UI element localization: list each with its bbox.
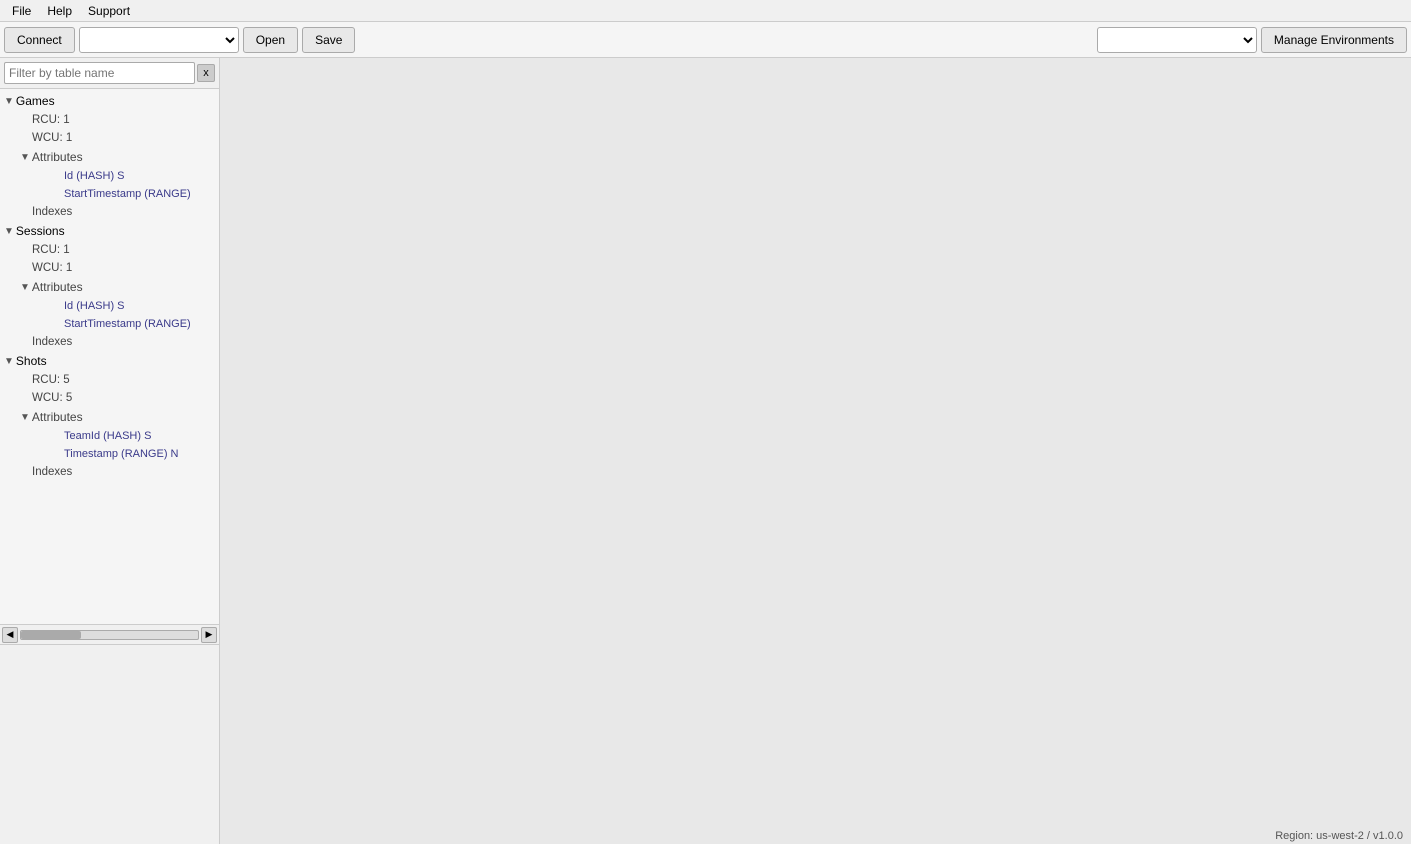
sidebar: x ▼ Games RCU: 1 WCU: 1 ▼ Attributes Id … xyxy=(0,58,220,844)
menu-file[interactable]: File xyxy=(4,2,39,20)
sessions-rcu: RCU: 1 xyxy=(0,241,219,259)
games-attr-1: StartTimestamp (RANGE) xyxy=(16,185,219,203)
tree-shots: ▼ Shots RCU: 5 WCU: 5 ▼ Attributes TeamI… xyxy=(0,351,219,481)
sidebar-filter: x xyxy=(0,58,219,89)
menubar: File Help Support xyxy=(0,0,1411,22)
hscroll-left-button[interactable]: ◀ xyxy=(2,627,18,643)
toolbar-right: Manage Environments xyxy=(1097,27,1407,53)
sessions-attr-1: StartTimestamp (RANGE) xyxy=(16,315,219,333)
main-content: Region: us-west-2 / v1.0.0 xyxy=(220,58,1411,844)
tree-shots-row[interactable]: ▼ Shots xyxy=(0,351,219,371)
sidebar-lower-panel xyxy=(0,644,219,844)
filter-clear-button[interactable]: x xyxy=(197,64,215,82)
sessions-attr-arrow-icon: ▼ xyxy=(20,282,30,293)
tree-sessions: ▼ Sessions RCU: 1 WCU: 1 ▼ Attributes Id… xyxy=(0,221,219,351)
shots-attr-0: TeamId (HASH) S xyxy=(16,427,219,445)
games-indexes[interactable]: Indexes xyxy=(0,203,219,221)
shots-attributes-group: ▼ Attributes TeamId (HASH) S Timestamp (… xyxy=(0,407,219,463)
games-attributes-label: Attributes xyxy=(32,150,83,164)
sessions-attributes-group: ▼ Attributes Id (HASH) S StartTimestamp … xyxy=(0,277,219,333)
tree-games-row[interactable]: ▼ Games xyxy=(0,91,219,111)
games-arrow-icon: ▼ xyxy=(4,96,14,107)
table-select[interactable] xyxy=(79,27,239,53)
shots-rcu: RCU: 5 xyxy=(0,371,219,389)
sessions-arrow-icon: ▼ xyxy=(4,226,14,237)
sessions-attributes-label: Attributes xyxy=(32,280,83,294)
toolbar: Connect Open Save Manage Environments xyxy=(0,22,1411,58)
games-attr-0: Id (HASH) S xyxy=(16,167,219,185)
games-label: Games xyxy=(16,94,55,108)
sessions-label: Sessions xyxy=(16,224,65,238)
sessions-indexes[interactable]: Indexes xyxy=(0,333,219,351)
games-attr-arrow-icon: ▼ xyxy=(20,152,30,163)
shots-attributes-label: Attributes xyxy=(32,410,83,424)
tree-sessions-row[interactable]: ▼ Sessions xyxy=(0,221,219,241)
shots-arrow-icon: ▼ xyxy=(4,356,14,367)
shots-wcu: WCU: 5 xyxy=(0,389,219,407)
table-tree: ▼ Games RCU: 1 WCU: 1 ▼ Attributes Id (H… xyxy=(0,89,219,624)
menu-help[interactable]: Help xyxy=(39,2,80,20)
tree-games: ▼ Games RCU: 1 WCU: 1 ▼ Attributes Id (H… xyxy=(0,91,219,221)
sessions-wcu: WCU: 1 xyxy=(0,259,219,277)
sidebar-hscroll: ◀ ▶ xyxy=(0,624,219,644)
shots-label: Shots xyxy=(16,354,47,368)
sessions-attr-0: Id (HASH) S xyxy=(16,297,219,315)
connect-button[interactable]: Connect xyxy=(4,27,75,53)
open-button[interactable]: Open xyxy=(243,27,298,53)
table-filter-input[interactable] xyxy=(4,62,195,84)
shots-attributes-row[interactable]: ▼ Attributes xyxy=(16,407,219,427)
games-attributes-group: ▼ Attributes Id (HASH) S StartTimestamp … xyxy=(0,147,219,203)
sessions-attributes-row[interactable]: ▼ Attributes xyxy=(16,277,219,297)
region-select[interactable] xyxy=(1097,27,1257,53)
shots-attr-arrow-icon: ▼ xyxy=(20,412,30,423)
hscroll-right-button[interactable]: ▶ xyxy=(201,627,217,643)
status-text: Region: us-west-2 / v1.0.0 xyxy=(1275,830,1403,842)
shots-indexes[interactable]: Indexes xyxy=(0,463,219,481)
manage-environments-button[interactable]: Manage Environments xyxy=(1261,27,1407,53)
shots-attr-1: Timestamp (RANGE) N xyxy=(16,445,219,463)
menu-support[interactable]: Support xyxy=(80,2,138,20)
games-attributes-row[interactable]: ▼ Attributes xyxy=(16,147,219,167)
status-bar: Region: us-west-2 / v1.0.0 xyxy=(1267,828,1411,844)
hscroll-track[interactable] xyxy=(20,630,199,640)
main-layout: x ▼ Games RCU: 1 WCU: 1 ▼ Attributes Id … xyxy=(0,58,1411,844)
save-button[interactable]: Save xyxy=(302,27,355,53)
games-wcu: WCU: 1 xyxy=(0,129,219,147)
games-rcu: RCU: 1 xyxy=(0,111,219,129)
hscroll-thumb[interactable] xyxy=(21,631,81,639)
